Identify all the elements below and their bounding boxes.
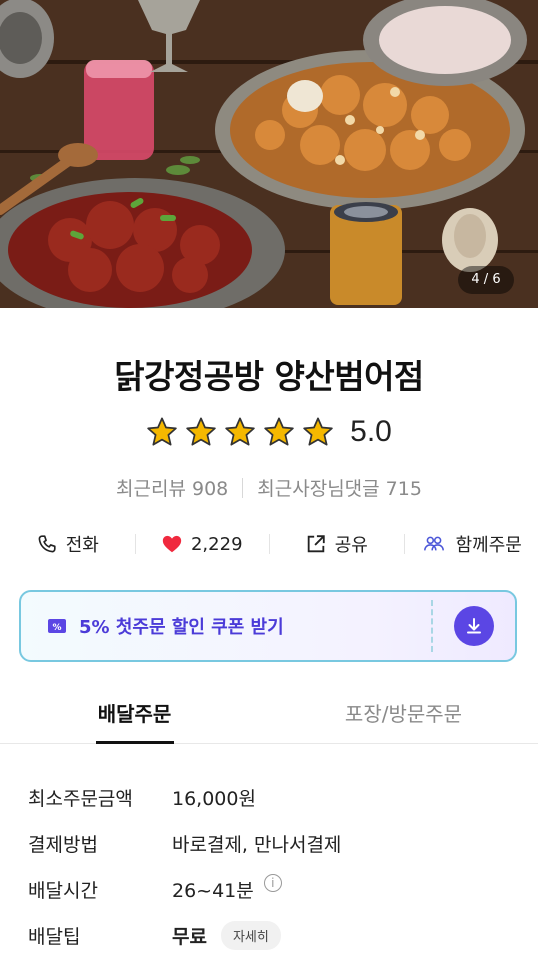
delivery-tip-value: 무료 <box>172 925 207 948</box>
order-type-tabs: 배달주문 포장/방문주문 <box>0 690 538 744</box>
delivery-info: 최소주문금액 16,000원 결제방법 바로결제, 만나서결제 배달시간 26~… <box>28 774 518 956</box>
recent-owner-replies[interactable]: 최근사장님댓글 715 <box>257 474 422 501</box>
delivery-time-wrap: 26~41분 i <box>172 874 282 903</box>
call-button[interactable]: 전화 <box>0 524 135 564</box>
star-icon <box>147 417 177 446</box>
delivery-time-row: 배달시간 26~41분 i <box>28 866 518 912</box>
coupon-banner[interactable]: % 5% 첫주문 할인 쿠폰 받기 <box>19 590 517 662</box>
coupon-icon: % <box>48 619 66 633</box>
star-icon <box>264 417 294 446</box>
delivery-time-value: 26~41분 <box>172 879 254 902</box>
phone-icon <box>38 535 56 553</box>
delivery-time-label: 배달시간 <box>28 879 98 902</box>
share-label: 공유 <box>334 535 368 556</box>
download-icon <box>467 618 481 634</box>
group-order-label: 함께주문 <box>455 535 522 556</box>
food-photo-illustration <box>0 0 538 308</box>
payment-value: 바로결제, 만나서결제 <box>172 833 342 856</box>
download-circle <box>454 606 494 646</box>
payment-row: 결제방법 바로결제, 만나서결제 <box>28 820 518 866</box>
svg-text:%: % <box>52 623 61 633</box>
store-actions: 전화 2,229 공유 함께주문 <box>0 524 538 564</box>
star-rating <box>146 416 334 448</box>
delivery-tip-row: 배달팁 무료 자세히 <box>28 912 518 956</box>
image-counter: 4 / 6 <box>458 266 514 294</box>
divider <box>242 477 244 498</box>
min-order-value: 16,000원 <box>172 787 256 810</box>
like-count: 2,229 <box>190 533 243 555</box>
coupon-main[interactable]: % 5% 첫주문 할인 쿠폰 받기 <box>21 592 431 660</box>
tip-detail-button[interactable]: 자세히 <box>220 920 281 950</box>
call-label: 전화 <box>65 535 99 556</box>
delivery-tip-wrap: 무료 자세히 <box>172 920 281 950</box>
info-icon[interactable]: i <box>263 874 282 892</box>
delivery-tip-label: 배달팁 <box>28 925 81 948</box>
review-summary[interactable]: 최근리뷰 908 최근사장님댓글 715 <box>0 474 538 501</box>
tab-delivery[interactable]: 배달주문 <box>0 690 269 743</box>
tab-pickup[interactable]: 포장/방문주문 <box>269 690 538 743</box>
star-icon <box>225 417 255 446</box>
group-order-button[interactable]: 함께주문 <box>403 524 538 564</box>
payment-label: 결제방법 <box>28 833 98 856</box>
like-button[interactable]: 2,229 <box>134 524 270 564</box>
rating-value: 5.0 <box>350 415 392 448</box>
star-icon <box>303 417 333 446</box>
recent-reviews[interactable]: 최근리뷰 908 <box>116 474 228 501</box>
min-order-label: 최소주문금액 <box>28 787 133 810</box>
store-hero-image[interactable]: 4 / 6 <box>0 0 538 308</box>
coupon-label: 5% 첫주문 할인 쿠폰 받기 <box>79 617 284 638</box>
store-name: 닭강정공방 양산범어점 <box>114 357 424 396</box>
share-icon <box>307 535 325 553</box>
min-order-row: 최소주문금액 16,000원 <box>28 774 518 820</box>
group-icon <box>423 536 444 551</box>
rating-row[interactable]: 5.0 <box>0 410 538 454</box>
heart-icon <box>162 535 182 553</box>
star-icon <box>186 417 216 446</box>
coupon-download-button[interactable] <box>433 592 515 660</box>
share-button[interactable]: 공유 <box>269 524 404 564</box>
